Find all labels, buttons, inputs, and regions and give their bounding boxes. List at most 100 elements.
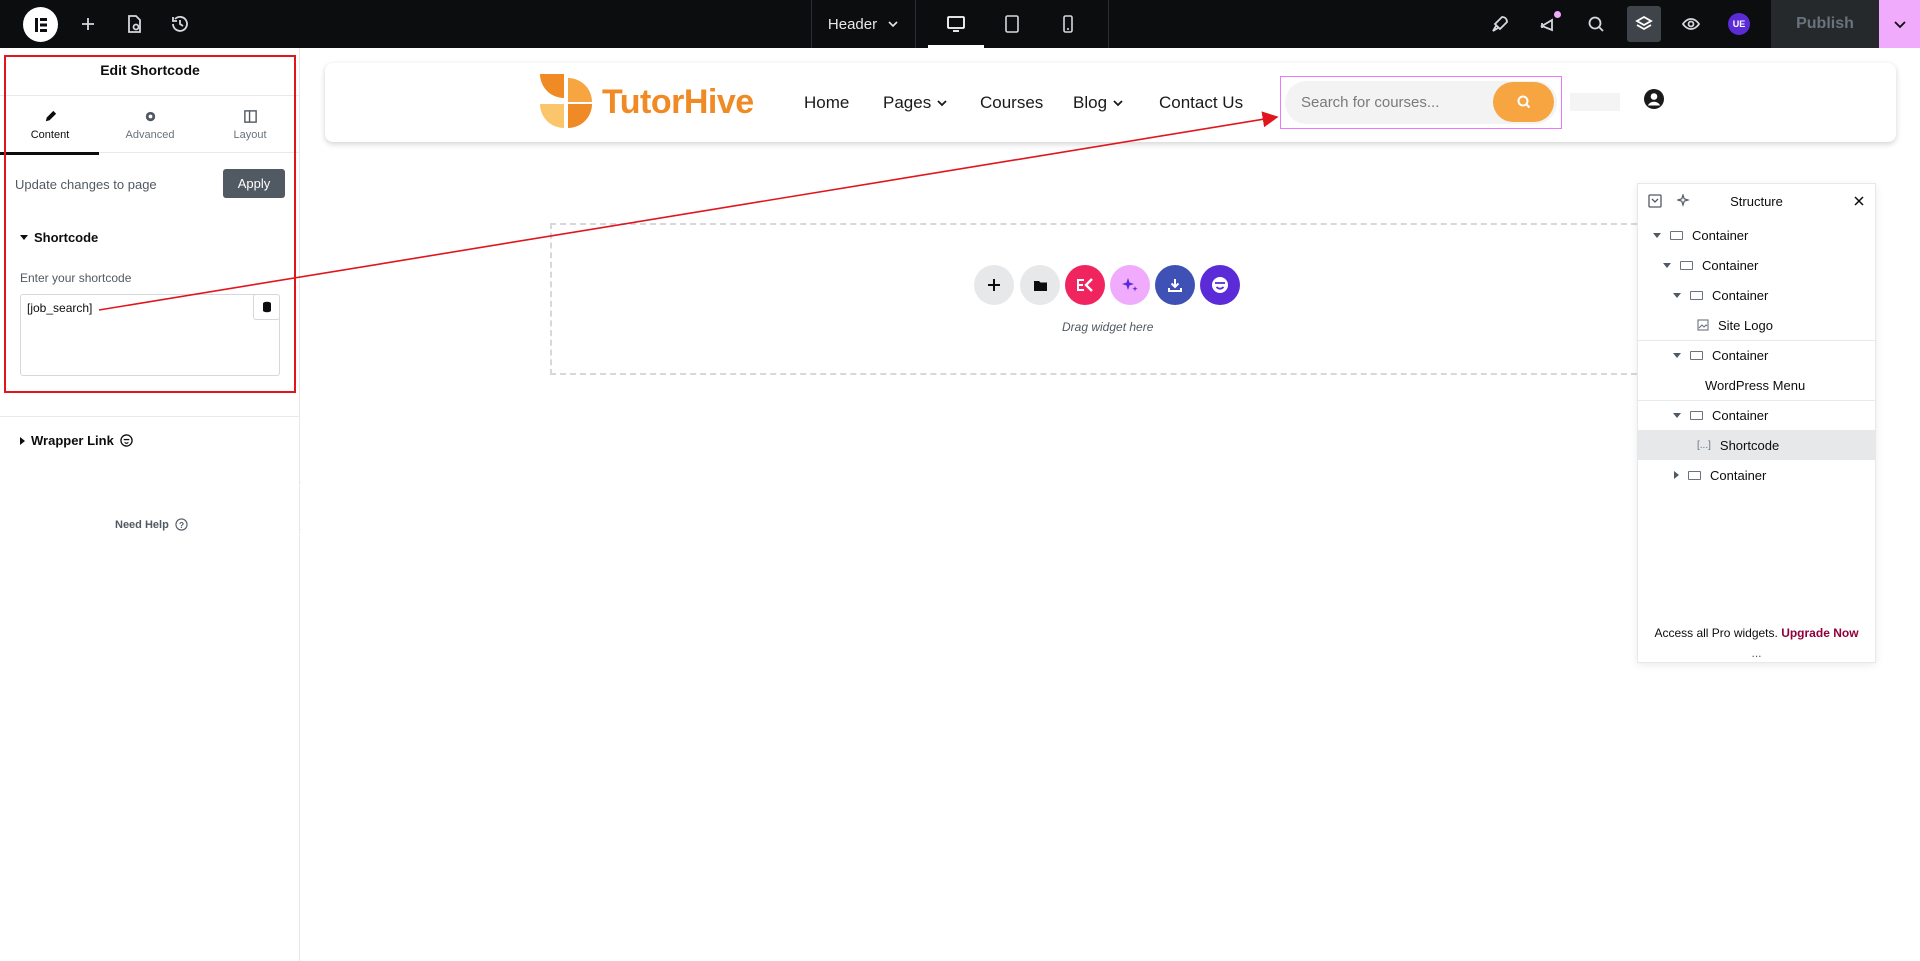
editor-topbar: Header UE Publish <box>0 0 1920 48</box>
caret-down-icon <box>20 235 28 240</box>
structure-item[interactable]: Container <box>1638 400 1875 430</box>
image-icon <box>1697 319 1709 331</box>
caret-right-icon[interactable] <box>1674 471 1679 479</box>
import-template-button[interactable] <box>1155 265 1195 305</box>
nav-courses[interactable]: Courses <box>980 93 1043 113</box>
structure-item[interactable]: Container <box>1638 280 1875 310</box>
structure-item-label: Container <box>1712 287 1769 303</box>
tab-content[interactable]: Content <box>0 96 100 155</box>
history-icon[interactable] <box>164 0 196 48</box>
nav-home[interactable]: Home <box>804 93 849 113</box>
page-settings-icon[interactable] <box>118 0 150 48</box>
layout-icon <box>243 110 257 123</box>
chevron-down-icon <box>1893 21 1906 29</box>
responsive-mode-switcher <box>916 0 1109 48</box>
caret-right-icon <box>20 436 25 445</box>
structure-footer: Access all Pro widgets. Upgrade Now <box>1638 626 1875 640</box>
structure-item-label: Container <box>1692 227 1749 243</box>
container-icon <box>1690 290 1703 300</box>
structure-item[interactable]: Container <box>1638 340 1875 370</box>
nav-contact-us-label: Contact Us <box>1159 93 1244 112</box>
structure-item[interactable]: Site Logo <box>1638 310 1875 340</box>
user-account-icon[interactable] <box>1643 88 1665 115</box>
structure-item-label: Container <box>1710 467 1767 483</box>
search-icon[interactable] <box>1580 0 1612 48</box>
structure-item[interactable]: Container <box>1638 250 1875 280</box>
desktop-icon[interactable] <box>928 0 984 48</box>
tab-content-label: Content <box>30 129 70 141</box>
structure-item-label: Shortcode <box>1719 437 1780 453</box>
tutorhive-logo-icon <box>540 74 592 128</box>
site-logo[interactable]: TutorHive <box>540 74 754 130</box>
structure-header: Structure <box>1638 184 1875 218</box>
publish-options-button[interactable] <box>1879 0 1920 48</box>
caret-down-icon[interactable] <box>1663 262 1671 268</box>
smiley-icon <box>120 434 133 447</box>
smiley-icon <box>1212 277 1228 293</box>
ai-generate-button[interactable] <box>1110 265 1150 305</box>
notifications-icon[interactable] <box>1532 0 1564 48</box>
caret-down-icon[interactable] <box>1673 353 1681 358</box>
structure-layers-icon[interactable] <box>1627 6 1661 42</box>
add-template-button[interactable] <box>1020 265 1060 305</box>
structure-navigator: Structure Container Container Container … <box>1637 183 1876 663</box>
tab-advanced[interactable]: Advanced <box>100 96 200 154</box>
resize-grip-icon[interactable]: ... <box>1638 646 1875 660</box>
editor-panel: Edit Shortcode Content Advanced Layout U… <box>0 48 300 961</box>
close-icon[interactable] <box>1854 196 1864 206</box>
caret-down-icon[interactable] <box>1653 232 1661 238</box>
site-logo-text: TutorHive <box>602 82 754 121</box>
add-new-container-button[interactable] <box>974 265 1014 305</box>
shortcode-icon: [...] <box>1697 439 1711 451</box>
nav-blog-label: Blog <box>1073 93 1108 112</box>
nav-pages-label: Pages <box>883 93 932 112</box>
publish-button[interactable]: Publish <box>1771 0 1879 48</box>
tab-layout[interactable]: Layout <box>200 96 300 154</box>
structure-item-selected[interactable]: [...] Shortcode <box>1638 430 1875 460</box>
nav-pages[interactable]: Pages <box>883 93 949 113</box>
caret-down-icon[interactable] <box>1673 413 1681 418</box>
elementskit-button[interactable] <box>1065 265 1105 305</box>
structure-item-label: Container <box>1712 408 1769 423</box>
course-search-button[interactable] <box>1493 82 1554 122</box>
nav-courses-label: Courses <box>980 93 1044 112</box>
tab-layout-label: Layout <box>233 129 267 141</box>
update-changes-label: Update changes to page <box>15 177 157 192</box>
header-placeholder-element <box>1570 93 1620 111</box>
mobile-icon[interactable] <box>1040 0 1096 48</box>
structure-item[interactable]: WordPress Menu <box>1638 370 1875 400</box>
nav-blog[interactable]: Blog <box>1073 93 1125 113</box>
pencil-icon <box>45 110 56 122</box>
structure-item-label: Container <box>1712 348 1769 363</box>
structure-item-label: Site Logo <box>1718 317 1773 333</box>
structure-item[interactable]: Container <box>1638 220 1875 250</box>
need-help-link[interactable]: Need Help ? <box>115 518 188 531</box>
structure-item[interactable]: Container <box>1638 460 1875 490</box>
plus-icon <box>988 279 1000 291</box>
search-icon <box>1517 95 1530 109</box>
user-avatar[interactable]: UE <box>1723 0 1755 48</box>
structure-item-label: Container <box>1702 257 1759 273</box>
apply-button[interactable]: Apply <box>223 169 285 198</box>
nav-home-label: Home <box>804 93 850 112</box>
section-shortcode-title: Shortcode <box>34 230 99 245</box>
smiley-addon-button[interactable] <box>1200 265 1240 305</box>
tablet-icon[interactable] <box>984 0 1040 48</box>
user-initials: UE <box>1728 13 1750 35</box>
nav-contact-us[interactable]: Contact Us <box>1159 93 1243 113</box>
add-element-icon[interactable] <box>72 0 104 48</box>
section-wrapper-link-toggle[interactable]: Wrapper Link <box>20 433 133 448</box>
need-help-label: Need Help <box>115 518 169 531</box>
shortcode-textarea[interactable]: [job_search] <box>20 294 280 376</box>
section-shortcode-toggle[interactable]: Shortcode <box>20 230 98 245</box>
help-circle-icon: ? <box>175 518 188 531</box>
elementskit-icon <box>1077 278 1093 292</box>
caret-down-icon[interactable] <box>1673 292 1681 298</box>
preview-eye-icon[interactable] <box>1675 0 1707 48</box>
document-switcher[interactable]: Header <box>811 0 916 48</box>
rocket-icon[interactable] <box>1484 0 1516 48</box>
upgrade-now-link[interactable]: Upgrade Now <box>1781 626 1858 640</box>
elementor-logo-icon[interactable] <box>23 7 58 42</box>
dynamic-tags-icon[interactable] <box>253 294 280 320</box>
document-name: Header <box>827 15 878 33</box>
